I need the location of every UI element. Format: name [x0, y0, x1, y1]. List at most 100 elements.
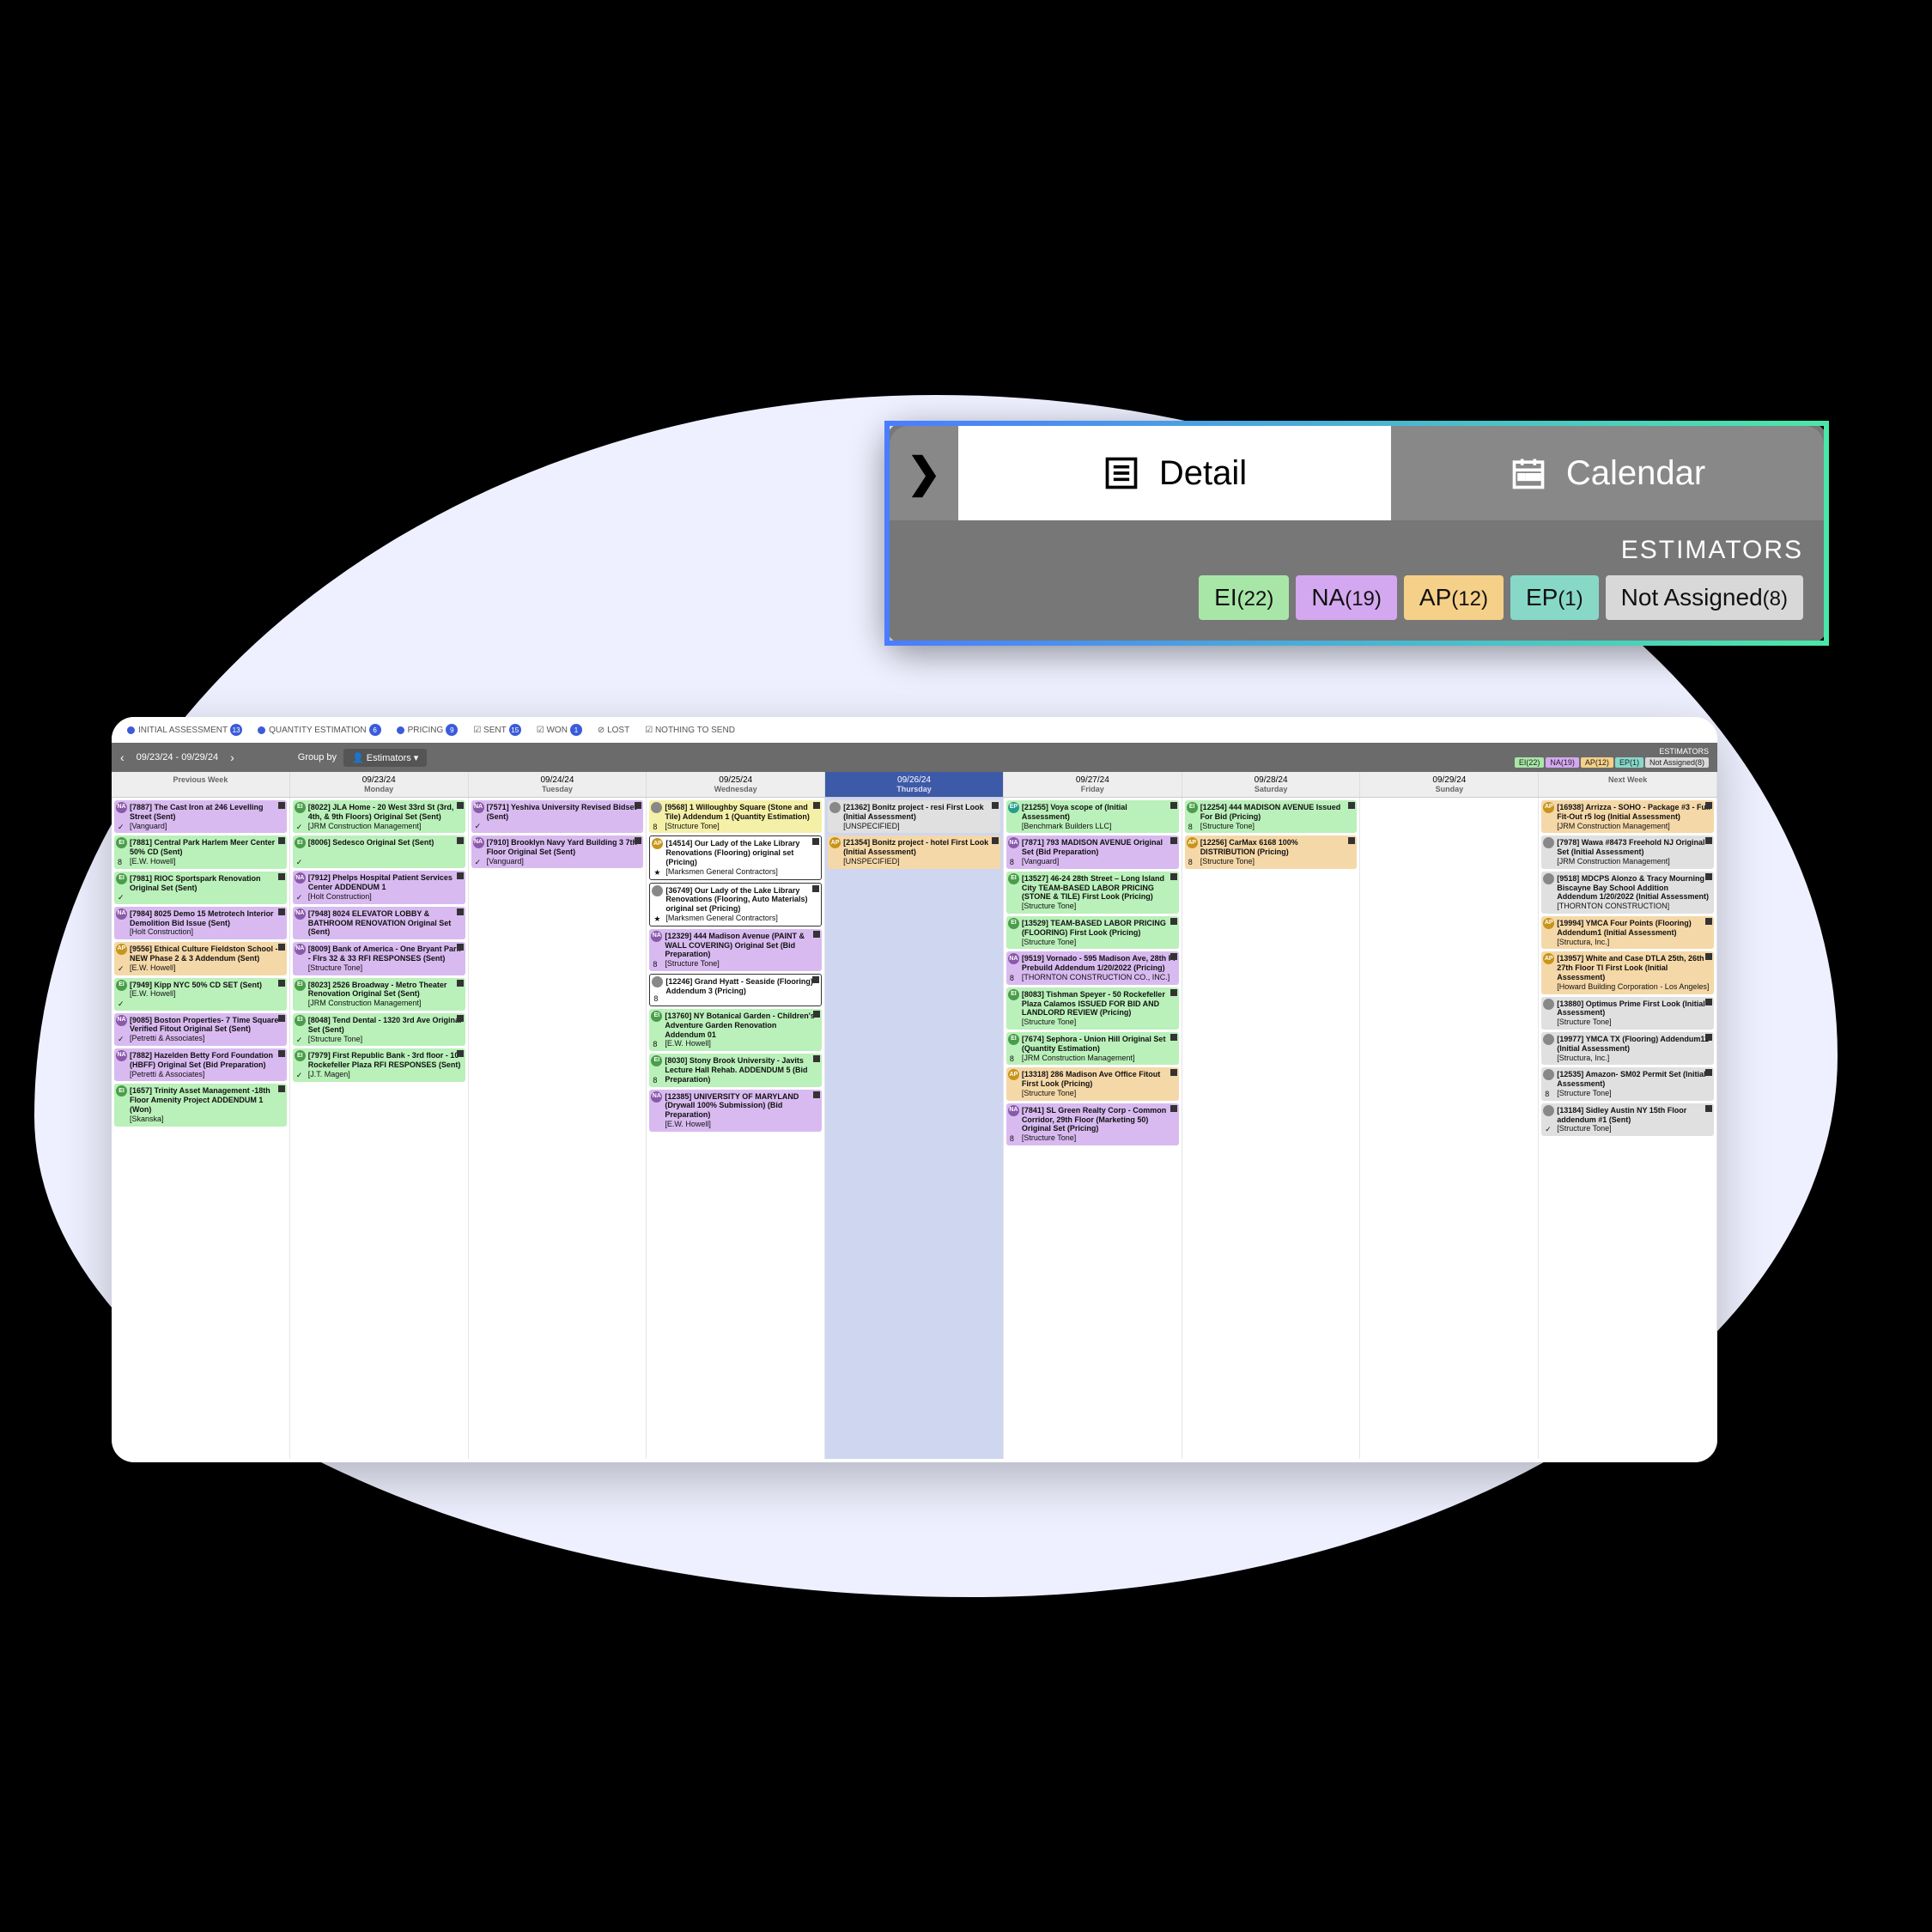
job-card[interactable]: AP[13318] 286 Madison Ave Office Fitout … — [1006, 1067, 1179, 1100]
filter-pricing[interactable]: PRICING9 — [397, 724, 459, 736]
calendar-header-row: Previous Week09/23/24Monday09/24/24Tuesd… — [112, 772, 1717, 798]
estimator-chip-ei[interactable]: EI(22) — [1199, 575, 1289, 620]
job-card[interactable]: [12246] Grand Hyatt - Seaside (Flooring)… — [649, 974, 822, 1006]
job-card[interactable]: AP[12256] CarMax 6168 100% DISTRIBUTION … — [1185, 835, 1358, 868]
job-card[interactable]: [19977] YMCA TX (Flooring) Addendum11 (I… — [1541, 1032, 1714, 1065]
filter-quantity-estimation[interactable]: QUANTITY ESTIMATION6 — [258, 724, 381, 736]
job-card[interactable]: EI[8030] Stony Brook University - Javits… — [649, 1054, 822, 1086]
detail-icon — [1103, 454, 1140, 492]
day-column: [9568] 1 Willoughby Square (Stone and Ti… — [647, 798, 825, 1459]
day-column: NA[7887] The Cast Iron at 246 Levelling … — [112, 798, 290, 1459]
job-card[interactable]: NA[12329] 444 Madison Avenue (PAINT & WA… — [649, 929, 822, 971]
job-card[interactable]: [21362] Bonitz project - resi First Look… — [828, 800, 1000, 833]
job-card[interactable]: EI[7881] Central Park Harlem Meer Center… — [114, 835, 287, 868]
job-card[interactable]: NA[8009] Bank of America - One Bryant Pa… — [293, 942, 465, 975]
job-card[interactable]: EI[1657] Trinity Asset Management -18th … — [114, 1084, 287, 1126]
estimator-chip-not-assigned[interactable]: Not Assigned(8) — [1606, 575, 1803, 620]
next-week-button[interactable]: › — [230, 750, 234, 764]
chip-small[interactable]: EI(22) — [1515, 757, 1545, 768]
job-card[interactable]: [7978] Wawa #8473 Freehold NJ Original S… — [1541, 835, 1714, 868]
job-card[interactable]: EI[7981] RIOC Sportspark Renovation Orig… — [114, 872, 287, 904]
estimators-label-small: ESTIMATORS — [1659, 747, 1709, 756]
job-card[interactable]: AP[16938] Arrizza - SOHO - Package #3 - … — [1541, 800, 1714, 833]
calendar-icon — [1510, 454, 1547, 492]
estimator-chips-small: EI(22)NA(19)AP(12)EP(1)Not Assigned(8) — [1515, 757, 1709, 768]
job-card[interactable]: EI[13760] NY Botanical Garden - Children… — [649, 1009, 822, 1051]
job-card[interactable]: EI[8083] Tishman Speyer - 50 Rockefeller… — [1006, 987, 1179, 1030]
job-card[interactable]: EI[13527] 46-24 28th Street – Long Islan… — [1006, 872, 1179, 914]
job-card[interactable]: NA[9085] Boston Properties- 7 Time Squar… — [114, 1013, 287, 1046]
job-card[interactable]: NA[9519] Vornado - 595 Madison Ave, 28th… — [1006, 951, 1179, 984]
job-card[interactable]: EI[8006] Sedesco Original Set (Sent)✓ — [293, 835, 465, 868]
job-card[interactable]: EI[12254] 444 MADISON AVENUE Issued For … — [1185, 800, 1358, 833]
day-header[interactable]: Next Week — [1539, 772, 1717, 797]
filter-initial-assessment[interactable]: INITIAL ASSESSMENT13 — [127, 724, 242, 736]
filter-lost[interactable]: ⊘ LOST — [598, 726, 629, 735]
estimator-chip-ep[interactable]: EP(1) — [1510, 575, 1599, 620]
calendar-body: NA[7887] The Cast Iron at 246 Levelling … — [112, 798, 1717, 1459]
job-card[interactable]: EI[13529] TEAM-BASED LABOR PRICING (FLOO… — [1006, 916, 1179, 949]
calendar-tab[interactable]: Calendar — [1391, 426, 1824, 520]
job-card[interactable]: EI[8048] Tend Dental - 1320 3rd Ave Orig… — [293, 1013, 465, 1046]
job-card[interactable]: NA[7841] SL Green Realty Corp - Common C… — [1006, 1103, 1179, 1145]
job-card[interactable]: NA[12385] UNIVERSITY OF MARYLAND (Drywal… — [649, 1090, 822, 1132]
expand-button[interactable]: ❯ — [890, 426, 958, 520]
job-card[interactable]: NA[7948] 8024 ELEVATOR LOBBY & BATHROOM … — [293, 907, 465, 939]
chip-small[interactable]: AP(12) — [1581, 757, 1613, 768]
job-card[interactable]: [13184] Sidley Austin NY 15th Floor adde… — [1541, 1103, 1714, 1136]
day-column: AP[16938] Arrizza - SOHO - Package #3 - … — [1539, 798, 1717, 1459]
job-card[interactable]: NA[7984] 8025 Demo 15 Metrotech Interior… — [114, 907, 287, 939]
job-card[interactable]: EP[21255] Voya scope of (Initial Assessm… — [1006, 800, 1179, 833]
groupby-select[interactable]: 👤 Estimators ▾ — [343, 749, 427, 767]
job-card[interactable]: EI[7674] Sephora - Union Hill Original S… — [1006, 1032, 1179, 1065]
chip-small[interactable]: Not Assigned(8) — [1645, 757, 1709, 768]
job-card[interactable]: AP[19994] YMCA Four Points (Flooring) Ad… — [1541, 916, 1714, 949]
job-card[interactable]: AP[21354] Bonitz project - hotel First L… — [828, 835, 1000, 868]
estimator-chip-ap[interactable]: AP(12) — [1404, 575, 1504, 620]
chip-small[interactable]: NA(19) — [1546, 757, 1579, 768]
day-header[interactable]: Previous Week — [112, 772, 290, 797]
day-column: EI[12254] 444 MADISON AVENUE Issued For … — [1182, 798, 1361, 1459]
day-header[interactable]: 09/28/24Saturday — [1182, 772, 1361, 797]
job-card[interactable]: EI[7979] First Republic Bank - 3rd floor… — [293, 1048, 465, 1081]
job-card[interactable]: [9518] MDCPS Alonzo & Tracy Mourning Bis… — [1541, 872, 1714, 914]
job-card[interactable]: AP[9556] Ethical Culture Fieldston Schoo… — [114, 942, 287, 975]
job-card[interactable]: [13880] Optimus Prime First Look (Initia… — [1541, 997, 1714, 1030]
day-header[interactable]: 09/24/24Tuesday — [469, 772, 647, 797]
detail-tab[interactable]: Detail — [958, 426, 1391, 520]
day-header[interactable]: 09/29/24Sunday — [1360, 772, 1539, 797]
day-header[interactable]: 09/25/24Wednesday — [647, 772, 825, 797]
date-range: 09/23/24 - 09/29/24 — [137, 752, 218, 762]
job-card[interactable]: NA[7882] Hazelden Betty Ford Foundation … — [114, 1048, 287, 1081]
job-card[interactable]: [9568] 1 Willoughby Square (Stone and Ti… — [649, 800, 822, 833]
filter-nothing-to-send[interactable]: ☑ NOTHING TO SEND — [645, 726, 735, 735]
job-card[interactable]: [12535] Amazon- SM02 Permit Set (Initial… — [1541, 1067, 1714, 1100]
day-column — [1360, 798, 1539, 1459]
filter-sent[interactable]: ☑ SENT15 — [473, 724, 520, 736]
estimator-chips: EI(22)NA(19)AP(12)EP(1)Not Assigned(8) — [910, 575, 1803, 620]
day-column: NA[7571] Yeshiva University Revised Bids… — [469, 798, 647, 1459]
job-card[interactable]: EI[8023] 2526 Broadway - Metro Theater R… — [293, 978, 465, 1011]
job-card[interactable]: NA[7912] Phelps Hospital Patient Service… — [293, 871, 465, 903]
job-card[interactable]: AP[13957] White and Case DTLA 25th, 26th… — [1541, 951, 1714, 993]
chip-small[interactable]: EP(1) — [1615, 757, 1643, 768]
filter-won[interactable]: ☑ WON1 — [537, 724, 582, 736]
groupby-label: Group by — [298, 752, 337, 762]
job-card[interactable]: NA[7910] Brooklyn Navy Yard Building 3 7… — [471, 835, 644, 868]
job-card[interactable]: NA[7571] Yeshiva University Revised Bids… — [471, 800, 644, 833]
prev-week-button[interactable]: ‹ — [120, 750, 125, 764]
day-header[interactable]: 09/23/24Monday — [290, 772, 469, 797]
estimator-chip-na[interactable]: NA(19) — [1296, 575, 1397, 620]
job-card[interactable]: [36749] Our Lady of the Lake Library Ren… — [649, 883, 822, 927]
job-card[interactable]: NA[7871] 793 MADISON AVENUE Original Set… — [1006, 835, 1179, 868]
job-card[interactable]: NA[7887] The Cast Iron at 246 Levelling … — [114, 800, 287, 833]
magnified-toolbar: ❯ Detail Calendar ESTIMATORS EI(22)NA(19… — [884, 421, 1829, 646]
day-header[interactable]: 09/27/24Friday — [1004, 772, 1182, 797]
day-header[interactable]: 09/26/24Thursday — [825, 772, 1004, 797]
day-column: EP[21255] Voya scope of (Initial Assessm… — [1004, 798, 1182, 1459]
job-card[interactable]: EI[8022] JLA Home - 20 West 33rd St (3rd… — [293, 800, 465, 833]
job-card[interactable]: EI[7949] Kipp NYC 50% CD SET (Sent)[E.W.… — [114, 978, 287, 1011]
day-column: [21362] Bonitz project - resi First Look… — [825, 798, 1004, 1459]
day-column: EI[8022] JLA Home - 20 West 33rd St (3rd… — [290, 798, 469, 1459]
job-card[interactable]: AP[14514] Our Lady of the Lake Library R… — [649, 835, 822, 879]
